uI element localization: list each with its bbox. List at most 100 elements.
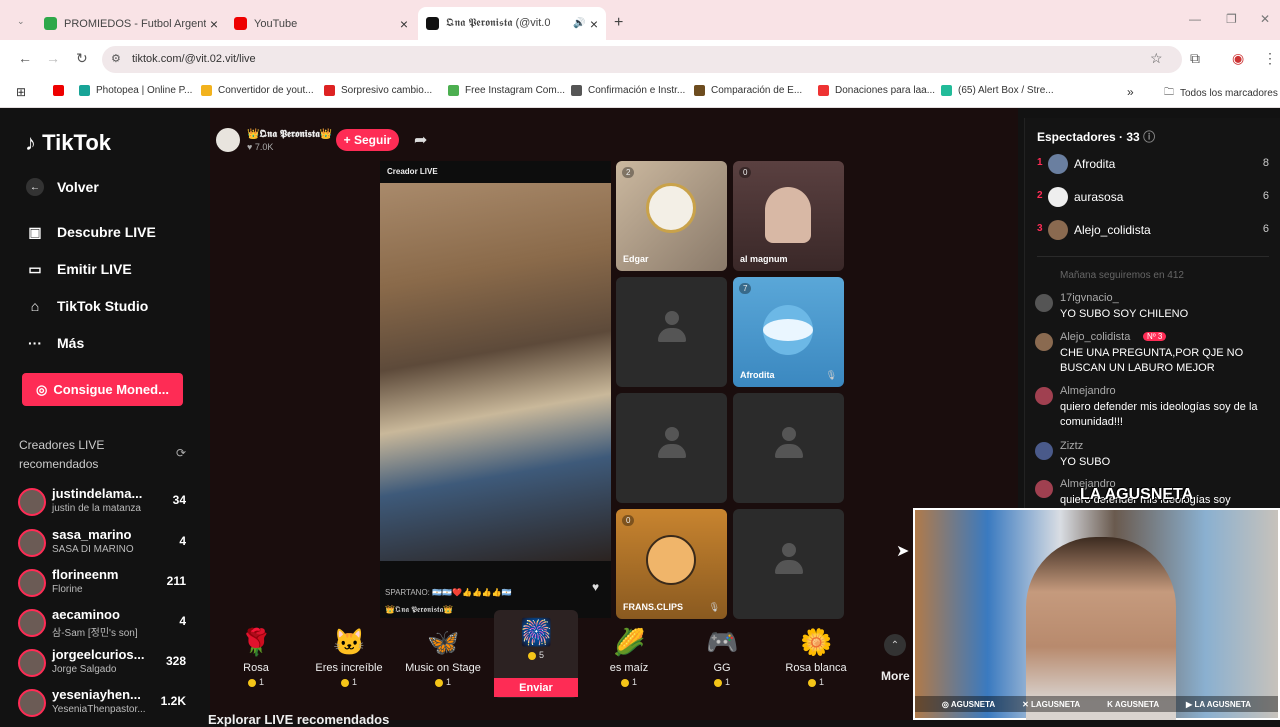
heart-icon[interactable]: ♥ [592,580,599,594]
chevron-up-icon[interactable]: ⌃ [884,634,906,656]
bookmark-item[interactable]: Comparación de E... [694,85,802,96]
profile-icon[interactable]: ◉ [1232,50,1244,67]
tab-tiktok[interactable]: 𝕼𝖓𝖆 𝕻𝖊𝖗𝖔𝖓𝖎𝖘𝖙𝖆 (@vit.0 🔊 × [418,7,606,40]
social-handles-bar: ◎ AGUSNETA ✕ LAGUSNETA K AGUSNETA ▶ LA A… [915,696,1278,712]
creator-item[interactable]: aecaminoo 삼-Sam [정민's son] 4 [18,607,198,643]
follow-button[interactable]: + Seguir [336,129,399,151]
host-video[interactable] [380,183,611,561]
close-icon[interactable]: × [400,16,408,32]
gift-eres-increible[interactable]: 🐱 Eres increíble 1 [304,622,394,696]
instagram-handle: ◎ AGUSNETA [941,699,996,709]
instagram-icon: ◎ [941,699,949,709]
creator-item[interactable]: yeseniayhen... YeseniaThenpastor... 1.2K [18,687,198,723]
top-viewer[interactable]: 2 aurasosa 6 [1037,185,1269,209]
extensions-icon[interactable]: ⧉ [1190,50,1200,67]
person-placeholder-icon [658,311,686,351]
creator-item[interactable]: sasa_marino SASA DI MARINO 4 [18,527,198,563]
forward-arrow-icon[interactable]: → [46,50,60,66]
guest-cell-empty[interactable] [733,509,844,619]
window-close-icon[interactable]: ✕ [1260,12,1270,26]
tiktok-favicon-icon [426,17,439,30]
creator-item[interactable]: florineenm Florine 211 [18,567,198,603]
bookmark-item[interactable]: Convertidor de yout... [201,85,314,96]
creador-live-badge: Creador LIVE [387,167,438,176]
guest-cell-empty[interactable] [616,277,727,387]
coin-icon [434,678,443,687]
avatar [1035,442,1053,460]
gift-music-on-stage[interactable]: 🦋 Music on Stage 1 [398,622,488,696]
corn-icon: 🌽 [613,627,646,657]
mic-muted-icon: 🎙 [708,602,720,612]
speaker-icon[interactable]: 🔊 [573,18,585,29]
gg-icon: 🎮 [706,627,739,657]
menu-tiktok-studio[interactable]: ⌂ TikTok Studio [26,297,149,315]
creator-item[interactable]: jorgeelcurios... Jorge Salgado 328 [18,647,198,683]
gift-gg[interactable]: 🎮 GG 1 [677,622,767,696]
donation-icon [818,85,829,96]
more-gifts-button[interactable]: More [881,669,910,683]
bookmark-item[interactable]: (65) Alert Box / Stre... [941,85,1054,96]
guest-cell-empty[interactable] [616,393,727,503]
avatar [18,569,46,597]
refresh-icon[interactable]: ⟳ [176,446,186,460]
guest-cell-edgar[interactable]: 2 Edgar [616,161,727,271]
back-arrow-icon[interactable]: ← [18,50,32,66]
host-name[interactable]: 👑𝕼𝖓𝖆 𝕻𝖊𝖗𝖔𝖓𝖎𝖘𝖙𝖆👑 [247,129,332,140]
site-info-icon[interactable]: ⚙ [111,52,121,65]
host-avatar[interactable] [216,128,240,152]
menu-volver[interactable]: ← Volver [26,178,99,196]
get-coins-button[interactable]: ◎ Consigue Moned... [22,373,183,406]
menu-emitir-live[interactable]: ▭ Emitir LIVE [26,260,131,278]
close-icon[interactable]: × [210,16,218,32]
bookmark-item[interactable]: Free Instagram Com... [448,85,565,96]
avatar [18,649,46,677]
tab-youtube[interactable]: YouTube × [226,7,416,40]
minimize-icon[interactable]: — [1189,12,1201,26]
host-caption: 👑𝕼𝖓𝖆 𝕻𝖊𝖗𝖔𝖓𝖎𝖘𝖙𝖆👑 [385,605,454,614]
bookmark-item[interactable]: Sorpresivo cambio... [324,85,432,96]
tiktok-logo[interactable]: ♪ TikTok [25,130,111,156]
reload-icon[interactable]: ↻ [76,50,88,67]
guest-cell-frans-clips[interactable]: 0 FRANS.CLIPS 🎙 [616,509,727,619]
host-likes: ♥ 7.0K [247,142,274,152]
bookmark-item[interactable]: Donaciones para laa... [818,85,935,96]
guest-cell-empty[interactable] [733,393,844,503]
new-tab-button[interactable]: + [614,14,623,32]
more-bookmarks-icon[interactable]: » [1127,85,1134,99]
streamer-person [1026,537,1176,720]
instagram-tool-icon [448,85,459,96]
guest-cell-afrodita[interactable]: 7 Afrodita 🎙 [733,277,844,387]
avatar [1035,294,1053,312]
all-bookmarks-folder[interactable]: 🗀 Todos los marcadores [1164,85,1278,102]
url-text[interactable]: tiktok.com/@vit.02.vit/live [132,53,256,65]
bookmark-youtube[interactable] [53,85,70,96]
top-viewer[interactable]: 3 Alejo_colidista 6 [1037,218,1269,242]
menu-mas[interactable]: ··· Más [26,334,84,352]
omnibox[interactable] [102,46,1182,73]
camera-icon: ▭ [28,260,42,277]
maximize-icon[interactable]: ❐ [1226,12,1237,26]
bookmark-item[interactable]: Confirmación e Instr... [571,85,685,96]
creator-item[interactable]: justindelama... justin de la matanza 34 [18,486,198,522]
info-icon[interactable]: ⓘ [1143,130,1155,144]
menu-descubre-live[interactable]: ▣ Descubre LIVE [26,223,155,241]
send-gift-button[interactable]: Enviar [494,678,578,697]
tab-search-icon[interactable]: ⌄ [17,16,25,27]
apps-grid-icon[interactable]: ⊞ [16,85,26,99]
share-icon[interactable]: ➦ [414,130,427,150]
chrome-menu-icon[interactable]: ⋮ [1263,50,1277,67]
doc-icon [694,85,705,96]
guest-cell-al-magnum[interactable]: 0 al magnum [733,161,844,271]
gift-rosa[interactable]: 🌹 Rosa 1 [211,622,301,696]
more-icon: ··· [28,335,42,351]
bookmark-star-icon[interactable]: ☆ [1150,50,1163,67]
gift-es-maiz[interactable]: 🌽 es maíz 1 [584,622,674,696]
gift-fireworks-selected[interactable]: 🎆 5 [491,612,581,686]
close-icon[interactable]: × [590,16,598,32]
gift-rosa-blanca[interactable]: 🌼 Rosa blanca 1 [771,622,861,696]
top-viewer[interactable]: 1 Afrodita 8 [1037,152,1269,176]
cat-icon: 🐱 [333,627,366,657]
tab-promiedos[interactable]: PROMIEDOS - Futbol Argentino × [36,7,226,40]
bookmark-item[interactable]: Photopea | Online P... [79,85,192,96]
coin-icon [247,678,256,687]
